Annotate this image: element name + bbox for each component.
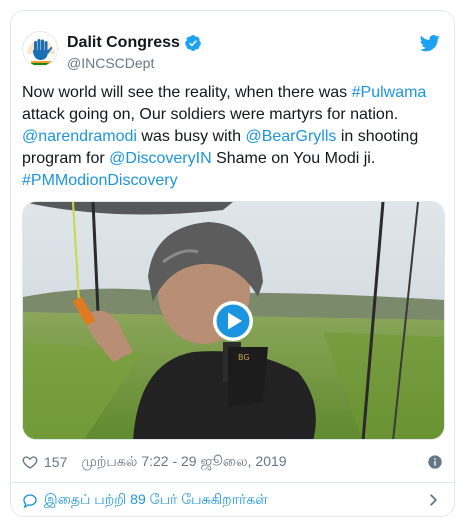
hashtag-link[interactable]: #Pulwama [352,84,427,101]
display-name[interactable]: Dalit Congress [67,33,180,53]
meta-row: 157 முற்பகல் 7:22 - 29 ஜூலை, 2019 [22,451,445,473]
reply-bubble-icon [22,493,38,509]
info-icon[interactable] [427,454,443,470]
chevron-right-icon[interactable] [426,493,440,507]
mention-link[interactable]: @BearGrylls [245,128,336,145]
tweet-card: Dalit Congress @INCSCDept Now world will… [10,10,455,517]
tweet-header: Dalit Congress @INCSCDept [11,11,454,83]
replies-link[interactable]: இதைப் பற்றி 89 பேர் பேசுகிறார்கள் [11,483,454,516]
name-row: Dalit Congress [67,33,202,53]
tweet-text-segment: Shame on You Modi ji. [211,150,376,167]
congress-hand-logo [23,32,57,66]
tweet-text-segment: Now world will see the reality, when the… [22,84,352,101]
heart-icon[interactable] [22,454,38,470]
like-count[interactable]: 157 [44,454,67,470]
replies-text[interactable]: இதைப் பற்றி 89 பேர் பேசுகிறார்கள் [44,491,268,510]
handle[interactable]: @INCSCDept [67,54,202,72]
name-block: Dalit Congress @INCSCDept [67,33,202,72]
video-thumbnail[interactable]: BG [22,201,445,440]
timestamp[interactable]: முற்பகல் 7:22 - 29 ஜூலை, 2019 [81,453,286,472]
verified-icon [184,34,202,52]
hashtag-link[interactable]: #PMModionDiscovery [22,172,178,189]
avatar[interactable] [22,31,58,67]
mention-link[interactable]: @narendramodi [22,128,137,145]
tweet-text-segment: was busy with [136,128,246,145]
twitter-bird-icon[interactable] [419,33,440,53]
mention-link[interactable]: @DiscoveryIN [109,150,211,167]
svg-text:BG: BG [238,353,250,362]
tweet-text-segment: attack going on, Our soldiers were marty… [22,106,399,123]
tweet-text: Now world will see the reality, when the… [22,82,442,192]
play-icon[interactable] [212,300,254,342]
